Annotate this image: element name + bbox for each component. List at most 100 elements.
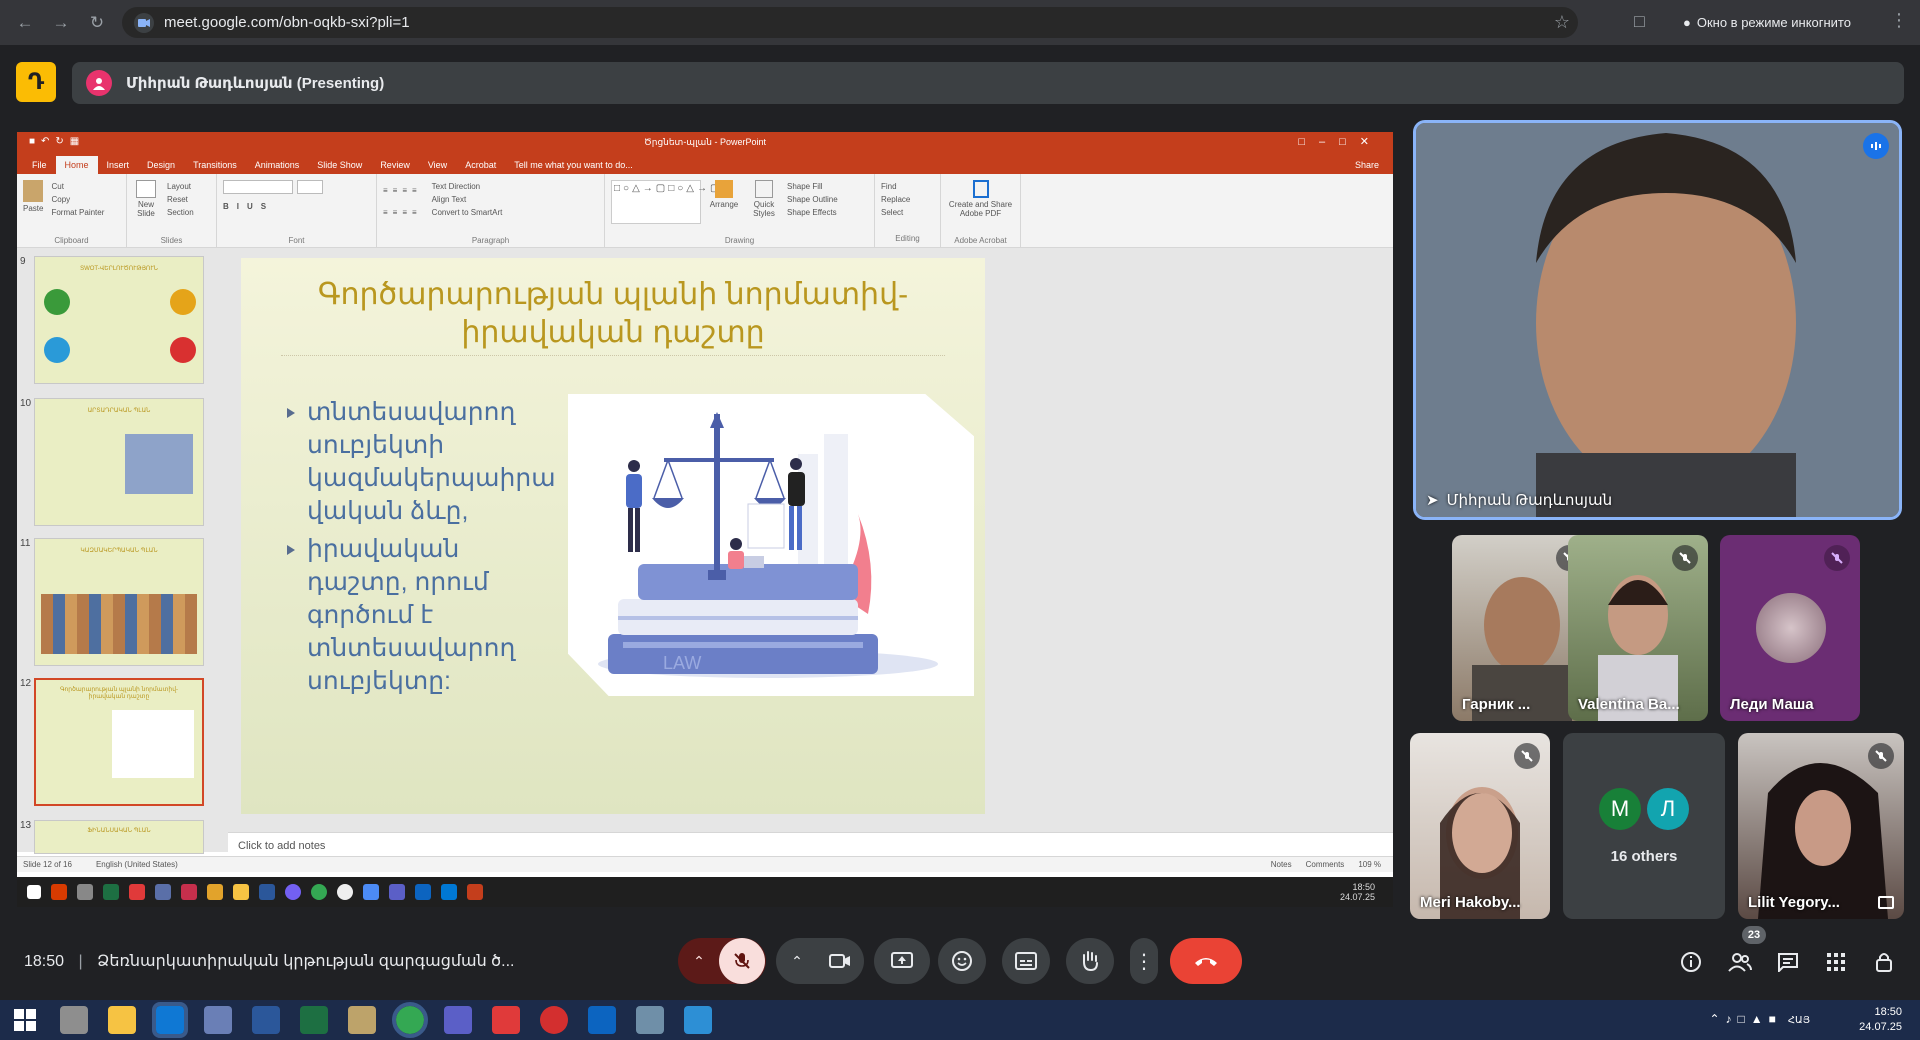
language-indicator[interactable]: English (United States) [96,860,178,869]
zoom-level[interactable]: 109 % [1358,860,1381,869]
notes-pane[interactable]: Click to add notes [228,832,1393,856]
slide-thumbnail[interactable]: ԱՐՏԱԴՐԱԿԱՆ ՊԼԱՆ [34,398,204,526]
tab-animations[interactable]: Animations [246,156,309,174]
extensions-icon[interactable]: □ [1634,11,1645,32]
format-painter-button[interactable]: Format Painter [51,206,104,219]
slide-thumbnail[interactable]: ԿԱԶՄԱԿԵՐՊԱԿԱՆ ՊԼԱՆ [34,538,204,666]
tab-transitions[interactable]: Transitions [184,156,246,174]
shapes-gallery[interactable]: □○△→▢□○△→▢ [611,180,719,224]
taskbar-app-icon[interactable] [684,1006,712,1034]
reset-button[interactable]: Reset [167,193,194,206]
copy-button[interactable]: Copy [51,193,104,206]
chat-button[interactable] [1773,947,1803,977]
new-slide-button[interactable]: New Slide [133,180,159,219]
audio-options-chevron-icon[interactable]: ⌃ [679,953,719,970]
section-button[interactable]: Section [167,206,194,219]
activities-button[interactable] [1821,947,1851,977]
people-button[interactable] [1725,947,1755,977]
tell-me-box[interactable]: Tell me what you want to do... [505,156,642,174]
address-bar[interactable]: meet.google.com/obn-oqkb-sxi?pli=1 ☆ [122,7,1578,38]
participant-tile[interactable]: Lilit Yegory... [1738,733,1904,919]
tab-slideshow[interactable]: Slide Show [308,156,371,174]
comments-toggle[interactable]: Comments [1306,860,1345,869]
shape-fill-button[interactable]: Shape Fill [787,180,838,193]
taskbar-app-icon[interactable] [588,1006,616,1034]
word-taskbar-icon[interactable] [252,1006,280,1034]
record-taskbar-icon[interactable] [540,1006,568,1034]
mic-off-button[interactable] [719,938,765,984]
forward-icon[interactable]: → [50,12,72,34]
taskbar-app-icon[interactable] [636,1006,664,1034]
text-direction-button[interactable]: Text Direction [432,180,503,193]
reload-icon[interactable]: ↻ [86,12,108,34]
host-controls-button[interactable] [1869,947,1899,977]
file-explorer-icon[interactable] [108,1006,136,1034]
select-button[interactable]: Select [881,206,934,219]
shape-outline-button[interactable]: Shape Outline [787,193,838,206]
present-button[interactable] [874,938,930,984]
tab-view[interactable]: View [419,156,456,174]
windows-start-button[interactable] [14,1009,36,1031]
site-info-icon[interactable] [134,12,154,33]
bookmark-star-icon[interactable]: ☆ [1554,12,1570,33]
font-size-box[interactable] [297,180,323,194]
tab-insert[interactable]: Insert [98,156,139,174]
arrange-button[interactable]: Arrange [707,180,741,224]
slide-thumbnail[interactable]: SWOT-ՎԵՐԼՈՒԾՈՒԹՅՈՒՆ [34,256,204,384]
shape-effects-button[interactable]: Shape Effects [787,206,838,219]
system-tray-icons[interactable]: ⌃♪□▲■ ՀԱՅ [1709,1012,1810,1026]
input-language[interactable]: ՀԱՅ [1788,1015,1810,1026]
paste-label: Paste [23,204,44,213]
camera-button[interactable] [817,953,863,969]
replace-button[interactable]: Replace [881,193,934,206]
convert-smartart-button[interactable]: Convert to SmartArt [432,206,503,219]
paste-button[interactable]: Paste [23,180,43,219]
os-clock[interactable]: 18:50 24.07.25 [1859,1005,1902,1035]
cut-button[interactable]: Cut [51,180,104,193]
share-button[interactable]: Share [1346,156,1393,174]
others-tile[interactable]: M Л 16 others [1563,733,1725,919]
meeting-details-button[interactable] [1676,947,1706,977]
find-button[interactable]: Find [881,180,934,193]
taskbar-app-icon[interactable] [348,1006,376,1034]
raise-hand-button[interactable] [1066,938,1114,984]
pip-icon[interactable] [1878,896,1894,909]
align-text-button[interactable]: Align Text [432,193,503,206]
quick-styles-button[interactable]: Quick Styles [747,180,781,224]
apps-grid-icon [1827,953,1845,971]
font-format-icons[interactable]: BIUS [223,202,370,211]
notes-toggle[interactable]: Notes [1271,860,1292,869]
layout-button[interactable]: Layout [167,180,194,193]
tab-acrobat[interactable]: Acrobat [456,156,505,174]
font-name-box[interactable] [223,180,293,194]
tab-file[interactable]: File [23,156,56,174]
tab-design[interactable]: Design [138,156,184,174]
leave-call-button[interactable] [1170,938,1242,984]
video-options-chevron-icon[interactable]: ⌃ [777,953,817,970]
incognito-indicator[interactable]: ● Окно в режиме инкогнито [1683,9,1851,35]
browser-menu-icon[interactable]: ⋮ [1890,10,1908,31]
slide-thumbnail[interactable]: ՖԻՆԱՆՍԱԿԱՆ ՊԼԱՆ [34,820,204,854]
slide-thumbnail-active[interactable]: Գործարարության պլանի նորմատիվ-իրավական դ… [34,678,204,806]
taskbar-app-icon[interactable] [60,1006,88,1034]
back-icon[interactable]: ← [14,12,36,34]
pin-icon[interactable]: ➤ [1426,492,1439,509]
tab-home[interactable]: Home [55,156,98,174]
more-options-button[interactable]: ⋮ [1130,938,1158,984]
tab-review[interactable]: Review [371,156,419,174]
outlook-taskbar-icon[interactable] [152,1002,188,1038]
reactions-button[interactable] [938,938,986,984]
participant-tile[interactable]: Meri Hakoby... [1410,733,1550,919]
current-slide[interactable]: Գործարարության պլանի նորմատիվ- իրավական … [241,258,985,814]
calculator-taskbar-icon[interactable] [204,1006,232,1034]
main-speaker-tile[interactable]: ➤ Միհրան Թադևոսյան [1413,120,1902,520]
participant-tile[interactable]: Valentina Ba... [1568,535,1708,721]
excel-taskbar-icon[interactable] [300,1006,328,1034]
paragraph-icons[interactable]: ≡≡≡≡ ≡≡≡≡ [383,180,422,224]
participant-tile[interactable]: Леди Маша [1720,535,1860,721]
captions-button[interactable] [1002,938,1050,984]
taskbar-app-icon[interactable] [492,1006,520,1034]
chrome-taskbar-icon[interactable] [392,1002,428,1038]
teams-taskbar-icon[interactable] [444,1006,472,1034]
create-pdf-button[interactable]: Create and Share Adobe PDF [947,200,1014,218]
